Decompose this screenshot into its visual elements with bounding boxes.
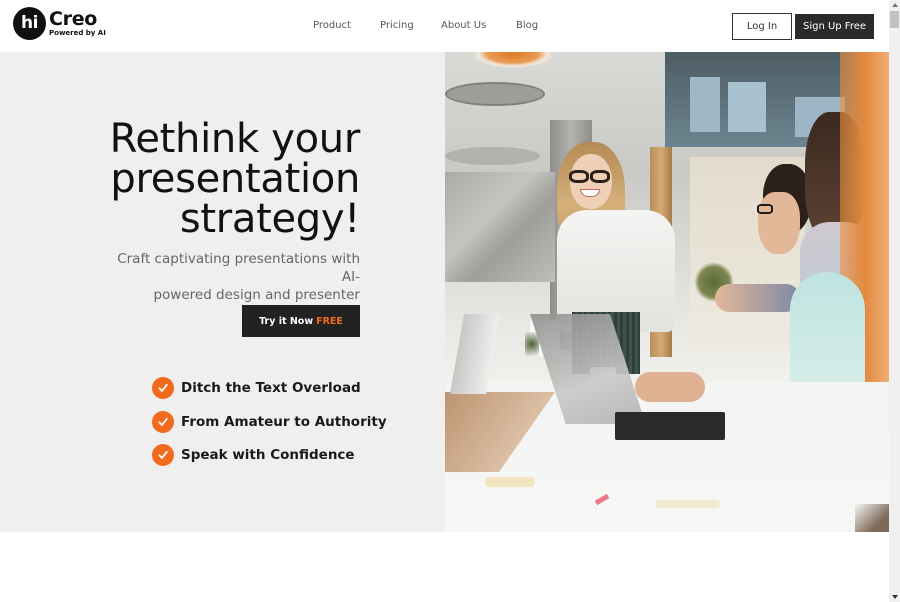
check-circle-icon — [152, 377, 174, 399]
hero-headline: Rethink your presentation strategy! — [109, 116, 361, 242]
scroll-down-arrow-icon[interactable] — [889, 592, 900, 602]
headline-line: presentation — [110, 156, 360, 202]
feature-label: Speak with Confidence — [181, 447, 355, 463]
feature-list: Ditch the Text Overload From Amateur to … — [152, 377, 387, 478]
scrollbar-thumb[interactable] — [890, 11, 899, 28]
hero-section: Rethink your presentation strategy! Craf… — [0, 52, 889, 532]
hero-photo — [445, 52, 889, 532]
signup-button[interactable]: Sign Up Free — [795, 14, 874, 39]
site-header: hi Creo Powered by AI Product Pricing Ab… — [0, 0, 889, 52]
feature-label: Ditch the Text Overload — [181, 380, 361, 396]
cta-highlight: FREE — [316, 315, 343, 327]
scroll-up-arrow-icon[interactable] — [889, 0, 900, 10]
check-circle-icon — [152, 444, 174, 466]
cta-label: Try it Now — [259, 315, 314, 327]
login-button[interactable]: Log In — [732, 13, 792, 40]
headline-line: strategy! — [179, 196, 360, 242]
nav-item-pricing[interactable]: Pricing — [380, 20, 414, 31]
hero-content: Rethink your presentation strategy! Craf… — [0, 52, 445, 532]
try-it-now-button[interactable]: Try it Now FREE — [242, 305, 360, 337]
nav-item-blog[interactable]: Blog — [516, 20, 538, 31]
page-scrollbar[interactable] — [889, 0, 900, 602]
feature-item: Ditch the Text Overload — [152, 377, 387, 399]
feature-item: Speak with Confidence — [152, 444, 387, 466]
nav-item-about-us[interactable]: About Us — [441, 20, 486, 31]
check-circle-icon — [152, 410, 174, 433]
feature-label: From Amateur to Authority — [181, 413, 387, 430]
feature-item: From Amateur to Authority — [152, 410, 387, 433]
headline-line: Rethink your — [109, 116, 361, 162]
subheadline-line: Craft captivating presentations with AI- — [117, 251, 360, 285]
nav-item-product[interactable]: Product — [313, 20, 351, 31]
